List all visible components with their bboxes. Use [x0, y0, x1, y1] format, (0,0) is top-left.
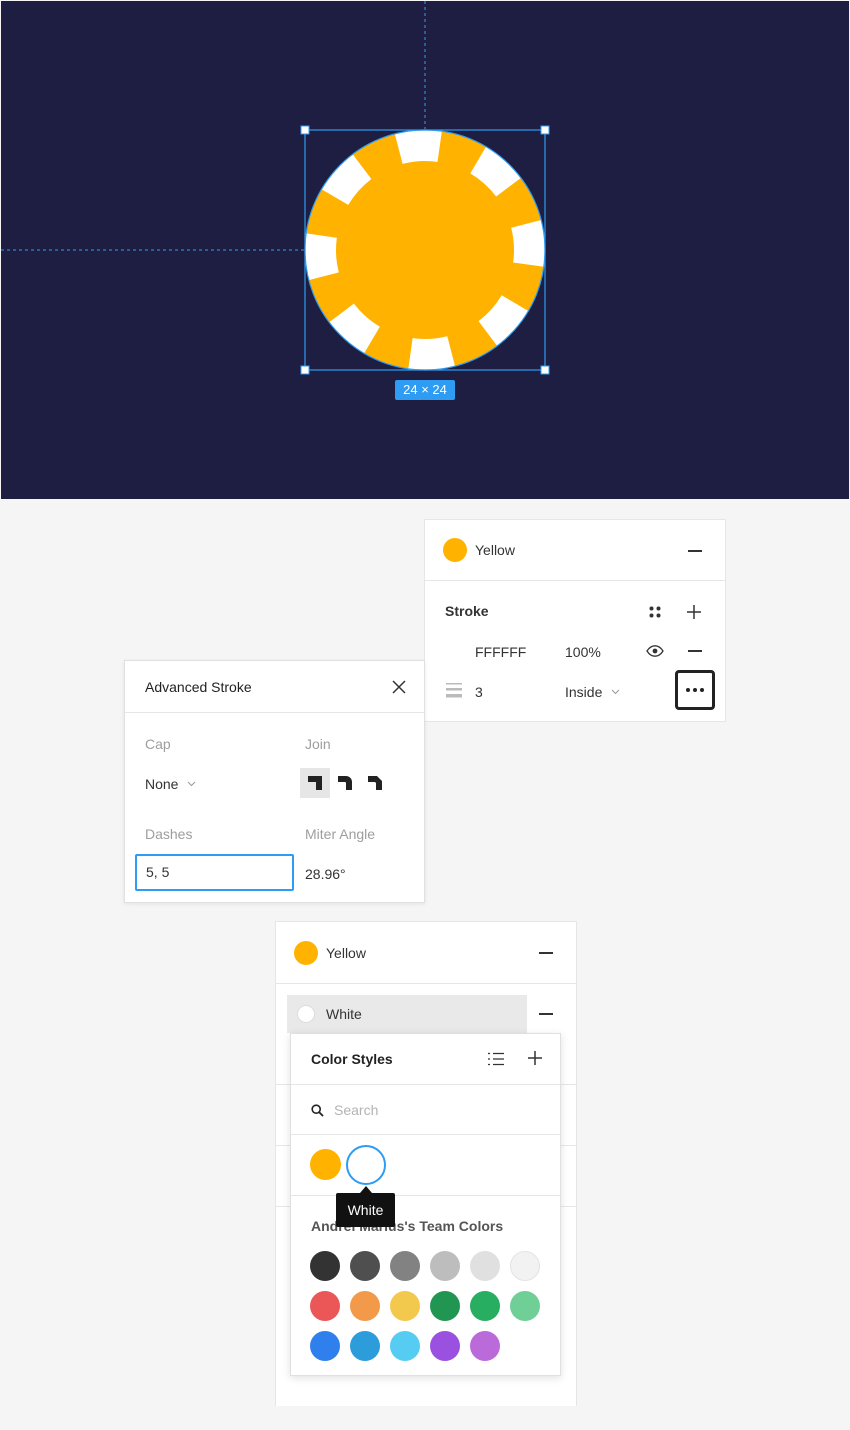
size-badge: 24 × 24 [395, 380, 455, 400]
join-round-icon[interactable] [330, 768, 360, 798]
style-swatch-yellow[interactable] [310, 1149, 341, 1180]
cap-select[interactable]: None [145, 776, 178, 792]
chevron-down-icon[interactable] [609, 686, 621, 698]
join-label: Join [305, 736, 331, 752]
team-color-swatch[interactable] [390, 1251, 420, 1281]
join-miter-icon[interactable] [300, 768, 330, 798]
team-color-swatch[interactable] [430, 1291, 460, 1321]
stroke-weight-icon [445, 681, 463, 699]
second-fill-style-name[interactable]: White [326, 1006, 362, 1022]
team-color-swatch[interactable] [350, 1331, 380, 1361]
stroke-position-select[interactable]: Inside [565, 684, 602, 700]
stroke-opacity-value[interactable]: 100% [565, 644, 601, 660]
selection-handle-bl [300, 365, 310, 375]
team-color-swatch[interactable] [510, 1251, 540, 1281]
search-input[interactable]: Search [334, 1102, 378, 1118]
canvas-artwork [1, 1, 550, 375]
team-color-swatch[interactable] [430, 1251, 460, 1281]
dashes-input[interactable]: 5, 5 [135, 854, 294, 891]
chevron-down-icon[interactable] [185, 778, 197, 790]
fill-style-row-white[interactable] [287, 995, 527, 1033]
styles-grid-icon[interactable] [645, 602, 665, 622]
miter-angle-value[interactable]: 28.96° [305, 866, 346, 882]
color-styles-popover: Color Styles Search Andrei Marius's Team… [290, 1033, 561, 1376]
team-color-swatch[interactable] [470, 1291, 500, 1321]
more-options-icon[interactable] [675, 670, 715, 710]
style-swatch-white[interactable] [346, 1145, 386, 1185]
team-color-swatch[interactable] [390, 1331, 420, 1361]
miter-angle-label: Miter Angle [305, 826, 376, 842]
team-color-swatch[interactable] [470, 1251, 500, 1281]
minus-icon[interactable] [685, 542, 705, 560]
white-tooltip: White [336, 1193, 395, 1227]
team-color-swatch[interactable] [310, 1251, 340, 1281]
selection-handle-tl [300, 125, 310, 135]
team-color-swatch[interactable] [430, 1331, 460, 1361]
design-canvas[interactable]: 24 × 24 [1, 1, 849, 499]
dashes-label: Dashes [145, 826, 193, 842]
minus-icon[interactable] [536, 1005, 556, 1023]
team-color-swatch[interactable] [350, 1251, 380, 1281]
minus-icon[interactable] [685, 642, 705, 660]
advanced-stroke-title: Advanced Stroke [145, 679, 252, 695]
fill-swatch[interactable] [294, 941, 318, 965]
team-color-swatch[interactable] [510, 1291, 540, 1321]
close-icon[interactable] [389, 677, 409, 697]
join-bevel-icon[interactable] [360, 768, 390, 798]
color-styles-title: Color Styles [311, 1051, 393, 1067]
selection-handle-br [540, 365, 550, 375]
white-swatch[interactable] [297, 1005, 315, 1023]
team-color-swatch[interactable] [390, 1291, 420, 1321]
advanced-stroke-panel: Advanced Stroke Cap Join None Dashes Mit… [124, 660, 425, 903]
list-view-icon[interactable] [485, 1048, 507, 1070]
team-color-swatch[interactable] [470, 1331, 500, 1361]
minus-icon[interactable] [536, 944, 556, 962]
plus-icon[interactable] [524, 1047, 546, 1069]
fill-style-name[interactable]: Yellow [475, 542, 515, 558]
plus-icon[interactable] [683, 601, 705, 623]
stroke-panel: Yellow Stroke FFFFFF 100% 3 Inside [424, 519, 726, 722]
fill-style-name[interactable]: Yellow [326, 945, 366, 961]
search-icon [309, 1102, 325, 1118]
fill-swatch[interactable] [443, 538, 467, 562]
stroke-section-title: Stroke [445, 603, 489, 619]
stroke-hex-value[interactable]: FFFFFF [475, 644, 526, 660]
tooltip-arrow [360, 1186, 372, 1193]
cap-label: Cap [145, 736, 171, 752]
team-color-swatch[interactable] [350, 1291, 380, 1321]
eye-icon[interactable] [644, 641, 666, 661]
selection-handle-tr [540, 125, 550, 135]
team-color-swatch[interactable] [310, 1291, 340, 1321]
team-color-swatch[interactable] [310, 1331, 340, 1361]
stroke-weight-value[interactable]: 3 [475, 684, 483, 700]
